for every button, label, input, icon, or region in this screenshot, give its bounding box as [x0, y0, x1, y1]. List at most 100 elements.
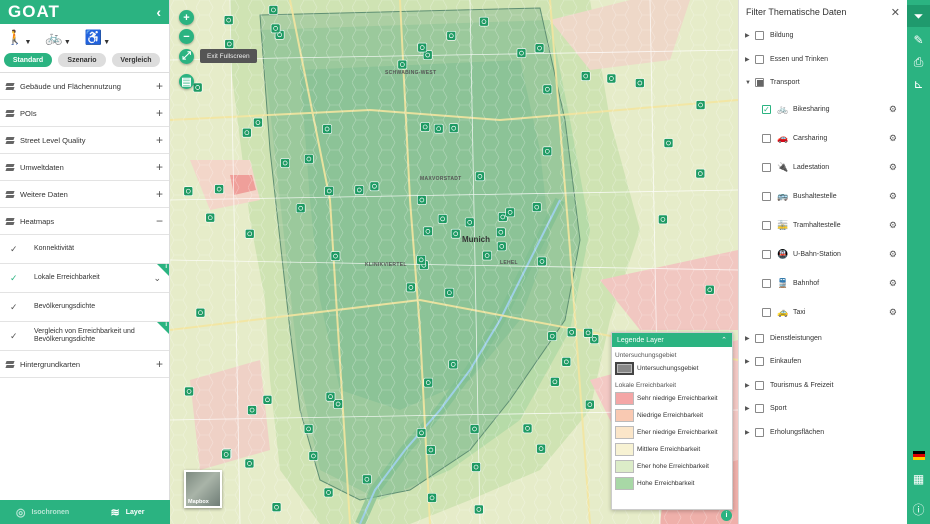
- caret-right-icon[interactable]: ▶: [745, 382, 755, 389]
- wheelchair-mode-button[interactable]: ♿ ▼: [85, 29, 110, 46]
- caret-right-icon[interactable]: ▶: [745, 358, 755, 365]
- checkbox[interactable]: [762, 249, 771, 259]
- checkbox[interactable]: [755, 357, 764, 367]
- filter-item-carsharing[interactable]: 🚗 Carsharing ⚙: [739, 124, 907, 153]
- print-icon[interactable]: ⎙: [907, 51, 930, 73]
- bikesharing-marker[interactable]: [416, 255, 426, 265]
- bikesharing-marker[interactable]: [635, 78, 645, 88]
- bikesharing-marker[interactable]: [606, 73, 617, 84]
- bikesharing-marker[interactable]: [183, 186, 194, 196]
- checkbox[interactable]: [755, 380, 764, 390]
- chevron-up-icon[interactable]: ⌃: [721, 336, 727, 344]
- bikesharing-marker[interactable]: [542, 84, 553, 95]
- bikesharing-marker[interactable]: [566, 327, 577, 338]
- section-pois[interactable]: POIs +: [0, 100, 169, 127]
- filter-item-bikesharing[interactable]: ✓ 🚲 Bikesharing ⚙: [739, 95, 907, 124]
- bikesharing-marker[interactable]: [322, 124, 332, 134]
- bikesharing-marker[interactable]: [308, 451, 319, 461]
- checkbox[interactable]: [755, 31, 764, 41]
- bikesharing-marker[interactable]: [448, 359, 459, 370]
- bikesharing-marker[interactable]: [214, 184, 224, 194]
- bikesharing-marker[interactable]: [324, 186, 334, 196]
- bikesharing-marker[interactable]: [270, 23, 281, 34]
- bikesharing-marker[interactable]: [663, 138, 674, 148]
- bikesharing-marker[interactable]: [323, 487, 334, 498]
- bikesharing-marker[interactable]: [695, 168, 706, 179]
- bikesharing-marker[interactable]: [262, 394, 273, 405]
- filter-item-ladestation[interactable]: 🔌 Ladestation ⚙: [739, 153, 907, 182]
- filter-item-taxi[interactable]: 🚕 Taxi ⚙: [739, 298, 907, 327]
- bikesharing-marker[interactable]: [244, 229, 255, 239]
- info-icon[interactable]: i: [721, 510, 732, 521]
- caret-right-icon[interactable]: ▶: [745, 56, 755, 63]
- section-heatmaps[interactable]: Heatmaps −: [0, 208, 169, 235]
- filter-item-ubahn[interactable]: 🚇 U-Bahn-Station ⚙: [739, 240, 907, 269]
- bikesharing-marker[interactable]: [536, 443, 546, 454]
- german-flag-icon[interactable]: [913, 451, 925, 460]
- checkbox[interactable]: [762, 162, 771, 172]
- filter-item-bahnhof[interactable]: 🚆 Bahnhof ⚙: [739, 269, 907, 298]
- gear-icon[interactable]: ⚙: [889, 278, 897, 289]
- bikesharing-marker[interactable]: [427, 493, 437, 503]
- bikesharing-marker[interactable]: [417, 42, 428, 53]
- bikesharing-marker[interactable]: [195, 307, 206, 318]
- filter-category-dienstleistungen[interactable]: ▶ Dienstleistungen: [739, 327, 907, 351]
- map-tool-button[interactable]: ▤: [179, 74, 194, 89]
- bikesharing-marker[interactable]: [330, 251, 341, 261]
- tab-szenario[interactable]: Szenario: [58, 53, 106, 67]
- bikesharing-marker[interactable]: [550, 377, 560, 387]
- bikesharing-marker[interactable]: [224, 39, 235, 49]
- bikesharing-marker[interactable]: [585, 399, 595, 410]
- bikesharing-marker[interactable]: [479, 16, 489, 27]
- chevron-left-icon[interactable]: ‹: [156, 4, 161, 20]
- bikesharing-marker[interactable]: [416, 428, 427, 438]
- close-icon[interactable]: ✕: [891, 6, 900, 19]
- bikesharing-marker[interactable]: [496, 241, 507, 252]
- bikesharing-marker[interactable]: [482, 250, 492, 261]
- zoom-out-button[interactable]: −: [179, 29, 194, 44]
- map-canvas[interactable]: + − ⤢ ▤ Exit Fullscreen Munich MAXVORSTA…: [170, 0, 738, 524]
- gear-icon[interactable]: ⚙: [889, 249, 897, 260]
- edit-icon[interactable]: ✎: [907, 29, 930, 51]
- gear-icon[interactable]: ⚙: [889, 220, 897, 231]
- filter-category-transport[interactable]: ▼ Transport: [739, 71, 907, 95]
- bikesharing-marker[interactable]: [303, 424, 314, 434]
- filter-category-tourismus[interactable]: ▶ Tourismus & Freizeit: [739, 374, 907, 398]
- section-umweltdaten[interactable]: Umweltdaten +: [0, 154, 169, 181]
- bikesharing-marker[interactable]: [205, 212, 216, 223]
- bikesharing-marker[interactable]: [426, 445, 436, 455]
- checkbox[interactable]: [762, 307, 771, 317]
- bikesharing-marker[interactable]: [695, 100, 706, 110]
- filter-icon[interactable]: ⏷: [907, 5, 930, 27]
- section-hintergrundkarten[interactable]: Hintergrundkarten +: [0, 351, 169, 378]
- bikesharing-marker[interactable]: [268, 5, 279, 15]
- heatmap-konnektivitaet[interactable]: ✓ Konnektivität: [0, 235, 169, 264]
- bikesharing-marker[interactable]: [433, 123, 444, 134]
- walking-mode-button[interactable]: 🚶 ▼: [6, 29, 31, 46]
- caret-right-icon[interactable]: ▶: [745, 335, 755, 342]
- bikesharing-marker[interactable]: [471, 462, 481, 472]
- bikesharing-marker[interactable]: [397, 59, 408, 70]
- bikesharing-marker[interactable]: [474, 504, 484, 515]
- gear-icon[interactable]: ⚙: [889, 307, 897, 318]
- checkbox-checked[interactable]: ✓: [762, 104, 771, 114]
- bikesharing-marker[interactable]: [221, 449, 231, 460]
- bikesharing-marker[interactable]: [704, 284, 715, 295]
- gear-icon[interactable]: ⚙: [889, 162, 897, 173]
- bikesharing-marker[interactable]: [580, 71, 591, 81]
- bikesharing-marker[interactable]: [561, 357, 572, 367]
- info-icon[interactable]: i: [165, 322, 167, 328]
- bikesharing-marker[interactable]: [406, 282, 416, 293]
- section-street-level-quality[interactable]: Street Level Quality +: [0, 127, 169, 154]
- bikesharing-marker[interactable]: [417, 195, 427, 205]
- tab-vergleich[interactable]: Vergleich: [112, 53, 160, 67]
- bikesharing-marker[interactable]: [496, 227, 506, 238]
- heatmap-vergleich[interactable]: ✓ Vergleich von Erreichbarkeit und Bevölk…: [0, 322, 169, 351]
- bikesharing-marker[interactable]: [437, 214, 448, 224]
- fullscreen-button[interactable]: ⤢: [179, 49, 194, 64]
- bikesharing-marker[interactable]: [531, 202, 542, 212]
- gear-icon[interactable]: ⚙: [889, 191, 897, 202]
- bikesharing-marker[interactable]: [444, 287, 455, 298]
- bikesharing-marker[interactable]: [369, 181, 380, 192]
- checkbox[interactable]: [762, 220, 771, 230]
